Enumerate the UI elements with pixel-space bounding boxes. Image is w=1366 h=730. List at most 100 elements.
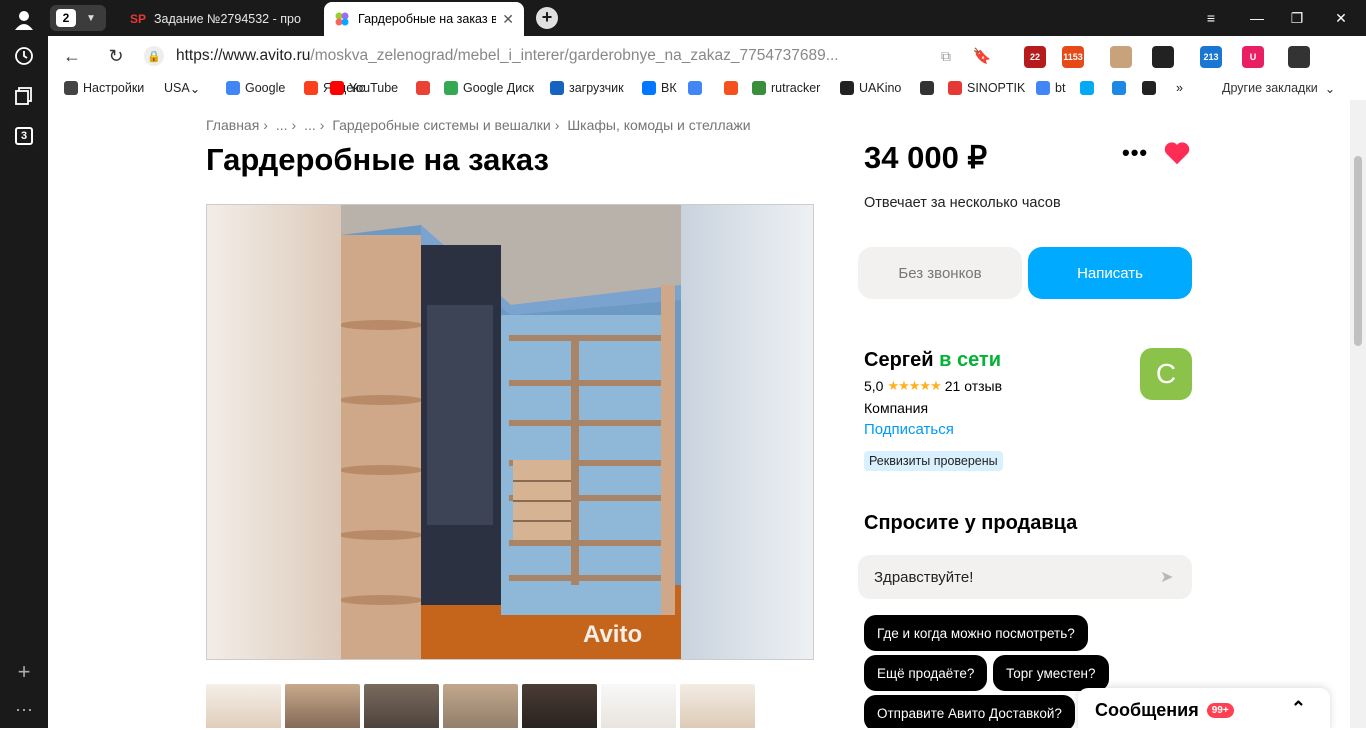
- messages-count-badge: 99+: [1206, 702, 1234, 718]
- loader-icon: [550, 81, 564, 95]
- extension-icon[interactable]: 1153: [1062, 46, 1084, 68]
- bookmark-item[interactable]: загрузчик: [550, 78, 624, 98]
- breadcrumb-item[interactable]: Гардеробные системы и вешалки: [332, 117, 550, 133]
- bookmark-item[interactable]: UAKino: [840, 78, 901, 98]
- back-icon[interactable]: ←: [60, 44, 84, 68]
- url-field[interactable]: 🔒 https://www.avito.ru/moskva_zelenograd…: [144, 41, 984, 71]
- thumbnail[interactable]: [206, 684, 281, 728]
- thumbnail[interactable]: [443, 684, 518, 728]
- verified-badge: Реквизиты проверены: [864, 451, 1003, 471]
- send-icon[interactable]: ➤: [1160, 567, 1180, 587]
- quick-question-chip[interactable]: Ещё продаёте?: [864, 655, 988, 691]
- avito-watermark: Avito: [583, 621, 643, 648]
- restore-icon[interactable]: ❐: [1274, 0, 1320, 36]
- thumbnail[interactable]: [680, 684, 755, 728]
- gallery-blur-left: [207, 205, 341, 659]
- ask-seller-title: Спросите у продавца: [864, 512, 1078, 534]
- seller-rating[interactable]: 5,0 ★★★★★ 21 отзыв: [864, 378, 1002, 394]
- quick-question-chip[interactable]: Торг уместен?: [993, 655, 1109, 691]
- thumbnail[interactable]: [364, 684, 439, 728]
- tab-avito[interactable]: Гардеробные на заказ в ✕: [324, 2, 524, 36]
- listing-photo[interactable]: Avito: [341, 205, 681, 659]
- extension-icon[interactable]: [1152, 46, 1174, 68]
- no-calls-button[interactable]: Без звонков: [858, 247, 1022, 299]
- image-gallery[interactable]: Avito: [206, 204, 814, 660]
- extension-icon[interactable]: U: [1242, 46, 1264, 68]
- close-window-icon[interactable]: ✕: [1318, 0, 1364, 36]
- breadcrumb-item[interactable]: ...: [304, 117, 316, 133]
- bookmark-item[interactable]: SINOPTIK: [948, 78, 1025, 98]
- other-bookmarks[interactable]: Другие закладки ⌄: [1222, 78, 1335, 98]
- lock-icon: 🔒: [144, 46, 164, 66]
- menu-icon[interactable]: ≡: [1188, 0, 1234, 36]
- share-icon[interactable]: ⧉: [934, 44, 958, 68]
- bookmark-item[interactable]: USA ⌄: [164, 78, 200, 98]
- quick-question-chip[interactable]: Отправите Авито Доставкой?: [864, 695, 1075, 728]
- extension-icon[interactable]: [1110, 46, 1132, 68]
- google-icon: [226, 81, 240, 95]
- collections-icon[interactable]: [0, 76, 48, 116]
- bookmark-item[interactable]: [688, 78, 707, 98]
- scrollbar-thumb[interactable]: [1354, 156, 1362, 346]
- bookmark-item[interactable]: [1142, 78, 1161, 98]
- messages-panel[interactable]: Сообщения 99+ ⌃: [1078, 688, 1330, 728]
- tab-zadanie[interactable]: SP Задание №2794532 - про: [120, 2, 316, 36]
- reload-icon[interactable]: ↻: [104, 44, 128, 68]
- bookmark-item[interactable]: ВК: [642, 78, 677, 98]
- seller-name[interactable]: Сергей в сети: [864, 349, 1001, 372]
- translate-icon: [688, 81, 702, 95]
- thumbnail-strip: [206, 684, 826, 728]
- ask-seller-input[interactable]: Здравствуйте! ➤: [858, 555, 1192, 599]
- extension-icon[interactable]: 213: [1200, 46, 1222, 68]
- f-icon: [724, 81, 738, 95]
- history-icon[interactable]: [0, 36, 48, 76]
- bookmark-item[interactable]: bt: [1036, 78, 1065, 98]
- close-tab-icon[interactable]: ✕: [502, 11, 514, 28]
- page-scrollbar[interactable]: [1350, 100, 1366, 728]
- chevron-up-icon[interactable]: ⌃: [1291, 698, 1306, 719]
- bookmark-item[interactable]: Google Диск: [444, 78, 534, 98]
- more-icon[interactable]: ⋯: [0, 690, 48, 730]
- thumbnail[interactable]: [285, 684, 360, 728]
- add-panel-icon[interactable]: +: [0, 652, 48, 692]
- vk-icon: [642, 81, 656, 95]
- sinoptik-icon: [948, 81, 962, 95]
- breadcrumb-item[interactable]: Главная: [206, 117, 259, 133]
- thumbnail[interactable]: [522, 684, 597, 728]
- bookmark-item[interactable]: rutracker: [752, 78, 820, 98]
- write-message-button[interactable]: Написать: [1028, 247, 1192, 299]
- bookmark-icon[interactable]: 🔖: [970, 44, 994, 68]
- favorite-heart-icon[interactable]: [1162, 138, 1192, 168]
- bookmark-item[interactable]: [920, 78, 939, 98]
- new-tab-button[interactable]: +: [536, 7, 558, 29]
- seller-type: Компания: [864, 400, 929, 416]
- browser-sidebar: 3 + ⋯: [0, 0, 48, 728]
- thumbnail[interactable]: [601, 684, 676, 728]
- chevron-down-icon: ▼: [86, 12, 96, 24]
- tabs-badge[interactable]: 3: [0, 116, 48, 156]
- extension-icon[interactable]: [1288, 46, 1310, 68]
- rutracker-icon: [752, 81, 766, 95]
- breadcrumb-item[interactable]: ...: [276, 117, 288, 133]
- avatar[interactable]: С: [1140, 348, 1192, 400]
- extension-icon[interactable]: 22: [1024, 46, 1046, 68]
- bookmark-item[interactable]: Настройки: [64, 78, 144, 98]
- bookmark-item[interactable]: [1080, 78, 1099, 98]
- address-bar: ← ↻ 🔒 https://www.avito.ru/moskva_zeleno…: [48, 36, 1366, 76]
- price: 34 000 ₽: [864, 140, 988, 175]
- profile-icon[interactable]: [0, 0, 48, 40]
- more-options-icon[interactable]: •••: [1122, 140, 1148, 166]
- bookmark-item[interactable]: [1112, 78, 1131, 98]
- rating-stars-icon: ★★★★★: [887, 378, 941, 393]
- breadcrumb-item[interactable]: Шкафы, комоды и стеллажи: [567, 117, 750, 133]
- subscribe-link[interactable]: Подписаться: [864, 421, 954, 438]
- bookmark-item[interactable]: Google: [226, 78, 285, 98]
- quick-question-chip[interactable]: Где и когда можно посмотреть?: [864, 615, 1088, 651]
- bookmark-item[interactable]: YouTube: [330, 78, 398, 98]
- yandex-icon: [304, 81, 318, 95]
- bookmark-item[interactable]: [724, 78, 743, 98]
- response-time: Отвечает за несколько часов: [864, 195, 1061, 211]
- tab-counter-button[interactable]: 2 ▼: [50, 5, 106, 31]
- bookmark-item[interactable]: »: [1176, 78, 1183, 98]
- bookmark-item[interactable]: [416, 78, 435, 98]
